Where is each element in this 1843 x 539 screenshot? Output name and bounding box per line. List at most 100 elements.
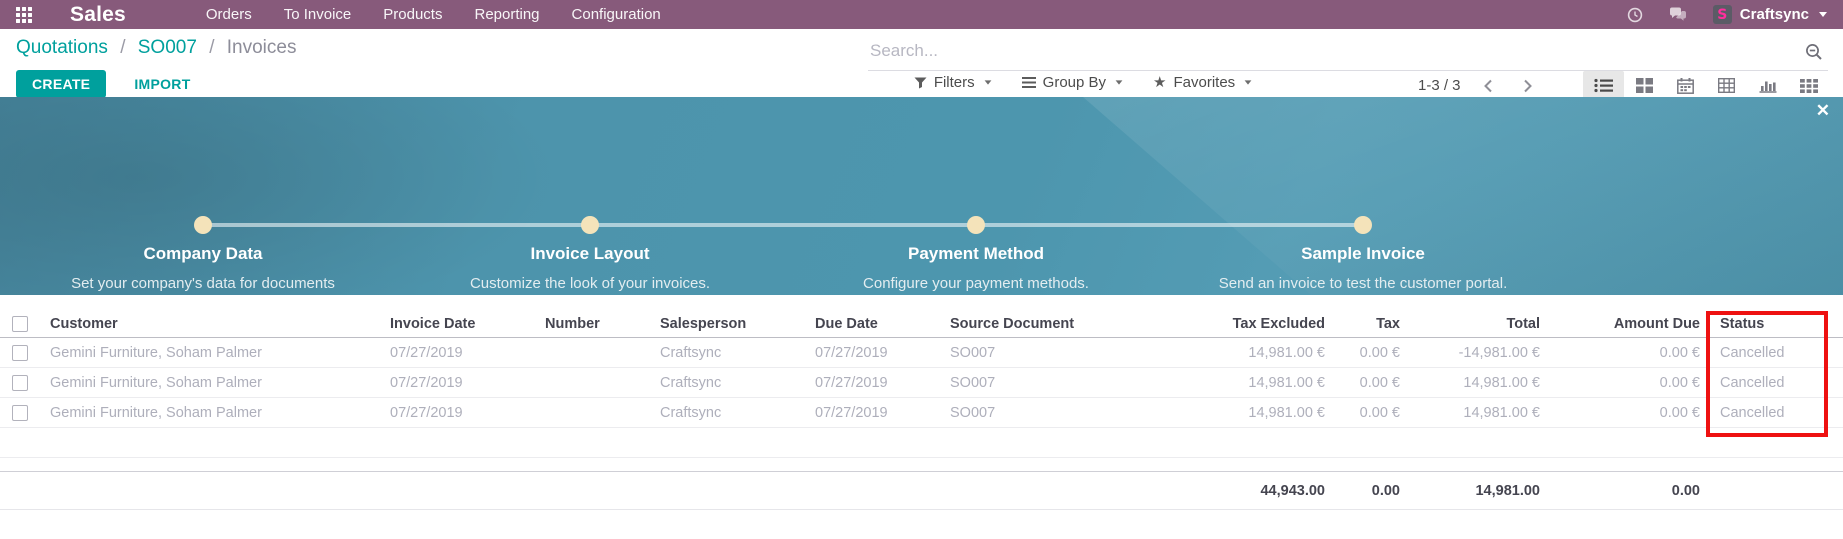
column-header-amount-due[interactable]: Amount Due: [1550, 311, 1710, 338]
step-description: Customize the look of your invoices.: [440, 273, 740, 295]
step-description: Configure your payment methods.: [826, 273, 1126, 295]
control-panel: Quotations / SO007 / Invoices CREATE IMP…: [0, 29, 1843, 97]
activity-view-icon[interactable]: [1788, 71, 1829, 100]
column-header-tax[interactable]: Tax: [1335, 311, 1410, 338]
chat-icon[interactable]: [1669, 7, 1687, 22]
cell-tax: 0.00 €: [1335, 368, 1410, 398]
cell-due-date: 07/27/2019: [805, 338, 940, 368]
row-checkbox[interactable]: [12, 405, 28, 421]
cell-total: -14,981.00 €: [1410, 338, 1550, 368]
search-icon[interactable]: [1804, 42, 1824, 62]
apps-grid-icon[interactable]: [16, 7, 32, 23]
total-total: 14,981.00: [1410, 472, 1550, 510]
cell-total: 14,981.00 €: [1410, 398, 1550, 428]
column-header-status[interactable]: Status: [1710, 311, 1843, 338]
user-menu[interactable]: S Craftsync: [1713, 5, 1827, 24]
chevron-down-icon: [1819, 12, 1827, 17]
table-row[interactable]: Gemini Furniture, Soham Palmer 07/27/201…: [0, 398, 1843, 428]
user-avatar: S: [1713, 5, 1732, 24]
graph-view-icon[interactable]: [1747, 71, 1788, 100]
step-description: Set your company's data for documents he…: [53, 273, 353, 295]
menu-products[interactable]: Products: [383, 6, 442, 23]
cell-tax-excluded: 14,981.00 €: [1175, 338, 1335, 368]
cell-customer: Gemini Furniture, Soham Palmer: [40, 368, 380, 398]
kanban-view-icon[interactable]: [1624, 71, 1665, 100]
onboarding-step-sample-invoice: Sample Invoice Send an invoice to test t…: [1173, 244, 1553, 295]
pager: 1-3 / 3: [1418, 77, 1541, 94]
breadcrumb: Quotations / SO007 / Invoices: [16, 37, 296, 59]
column-header-due-date[interactable]: Due Date: [805, 311, 940, 338]
main-menu: Orders To Invoice Products Reporting Con…: [206, 6, 661, 23]
pager-previous-button[interactable]: [1475, 79, 1501, 93]
pager-next-button[interactable]: [1515, 79, 1541, 93]
step-title: Payment Method: [786, 244, 1166, 264]
column-header-total[interactable]: Total: [1410, 311, 1550, 338]
row-checkbox[interactable]: [12, 345, 28, 361]
cell-amount-due: 0.00 €: [1550, 338, 1710, 368]
onboarding-step-payment-method: Payment Method Configure your payment me…: [786, 244, 1166, 295]
cell-amount-due: 0.00 €: [1550, 368, 1710, 398]
step-title: Sample Invoice: [1173, 244, 1553, 264]
user-name: Craftsync: [1740, 6, 1809, 23]
row-checkbox[interactable]: [12, 375, 28, 391]
column-header-number[interactable]: Number: [535, 311, 650, 338]
column-header-tax-excluded[interactable]: Tax Excluded: [1175, 311, 1335, 338]
onboarding-banner: ✕ Company Data Set your company's data f…: [0, 97, 1843, 295]
menu-orders[interactable]: Orders: [206, 6, 252, 23]
top-navbar: Sales Orders To Invoice Products Reporti…: [0, 0, 1843, 29]
table-row[interactable]: Gemini Furniture, Soham Palmer 07/27/201…: [0, 338, 1843, 368]
column-header-invoice-date[interactable]: Invoice Date: [380, 311, 535, 338]
breadcrumb-quotations[interactable]: Quotations: [16, 37, 108, 58]
chevron-down-icon: [1116, 80, 1123, 84]
search-input[interactable]: [868, 35, 1828, 71]
step-dot: [1354, 216, 1372, 234]
menu-reporting[interactable]: Reporting: [474, 6, 539, 23]
import-button[interactable]: IMPORT: [128, 75, 196, 93]
favorites-dropdown[interactable]: ★ Favorites: [1153, 74, 1252, 91]
table-row[interactable]: Gemini Furniture, Soham Palmer 07/27/201…: [0, 368, 1843, 398]
cell-due-date: 07/27/2019: [805, 398, 940, 428]
cell-number: [535, 368, 650, 398]
filters-dropdown[interactable]: Filters: [914, 74, 992, 91]
select-all-checkbox[interactable]: [12, 316, 28, 332]
breadcrumb-so007[interactable]: SO007: [138, 37, 197, 58]
cell-source-document: SO007: [940, 368, 1175, 398]
cell-total: 14,981.00 €: [1410, 368, 1550, 398]
cell-invoice-date: 07/27/2019: [380, 398, 535, 428]
cell-invoice-date: 07/27/2019: [380, 368, 535, 398]
create-button[interactable]: CREATE: [16, 70, 106, 98]
favorites-label: Favorites: [1173, 74, 1235, 91]
group-by-dropdown[interactable]: Group By: [1022, 74, 1123, 91]
column-header-customer[interactable]: Customer: [40, 311, 380, 338]
cell-status: Cancelled: [1710, 398, 1843, 428]
onboarding-step-company-data: Company Data Set your company's data for…: [13, 244, 393, 295]
filters-label: Filters: [934, 74, 975, 91]
total-tax-excluded: 44,943.00: [1175, 472, 1335, 510]
total-tax: 0.00: [1335, 472, 1410, 510]
breadcrumb-separator: /: [209, 37, 214, 58]
menu-configuration[interactable]: Configuration: [572, 6, 661, 23]
menu-to-invoice[interactable]: To Invoice: [284, 6, 352, 23]
app-name[interactable]: Sales: [70, 3, 126, 27]
chevron-down-icon: [984, 80, 991, 84]
close-icon[interactable]: ✕: [1816, 102, 1830, 119]
favorites-star-icon: ★: [1153, 75, 1166, 90]
breadcrumb-separator: /: [120, 37, 125, 58]
chevron-down-icon: [1245, 80, 1252, 84]
list-view-icon[interactable]: [1583, 71, 1624, 100]
cell-tax-excluded: 14,981.00 €: [1175, 368, 1335, 398]
clock-icon[interactable]: [1627, 7, 1643, 23]
column-header-source-document[interactable]: Source Document: [940, 311, 1175, 338]
cell-source-document: SO007: [940, 398, 1175, 428]
cell-tax: 0.00 €: [1335, 398, 1410, 428]
step-title: Invoice Layout: [400, 244, 780, 264]
pager-range: 1-3 / 3: [1418, 77, 1461, 94]
group-by-icon: [1022, 77, 1036, 88]
onboarding-step-invoice-layout: Invoice Layout Customize the look of you…: [400, 244, 780, 295]
spacer-row: [0, 458, 1843, 472]
pivot-view-icon[interactable]: [1706, 71, 1747, 100]
column-header-salesperson[interactable]: Salesperson: [650, 311, 805, 338]
calendar-view-icon[interactable]: [1665, 71, 1706, 100]
filter-funnel-icon: [914, 77, 927, 89]
step-title: Company Data: [13, 244, 393, 264]
